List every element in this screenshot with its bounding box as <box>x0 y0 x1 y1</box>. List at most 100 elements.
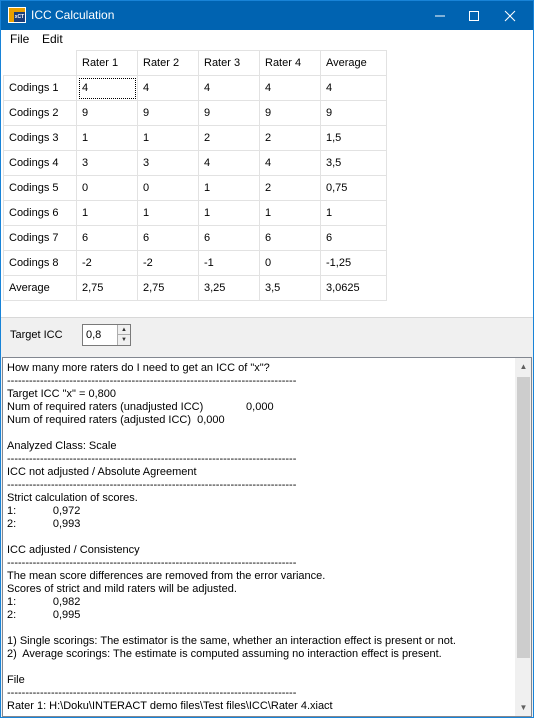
column-header[interactable]: Rater 3 <box>198 50 260 76</box>
window-title: ICC Calculation <box>31 8 115 22</box>
output-line: Analyzed Class: Scale <box>7 440 117 452</box>
grid-cell[interactable]: 9 <box>76 100 138 126</box>
grid-cell[interactable]: 2 <box>198 125 260 151</box>
grid-cell[interactable]: 6 <box>137 225 199 251</box>
grid-cell[interactable]: 9 <box>259 100 321 126</box>
row-header[interactable]: Codings 3 <box>3 125 77 151</box>
grid-cell[interactable]: 1 <box>137 125 199 151</box>
column-header[interactable]: Rater 4 <box>259 50 321 76</box>
results-output[interactable]: How many more raters do I need to get an… <box>2 357 532 717</box>
row-header[interactable]: Codings 4 <box>3 150 77 176</box>
row-header[interactable]: Codings 1 <box>3 75 77 101</box>
grid-cell[interactable]: 9 <box>137 100 199 126</box>
results-text: How many more raters do I need to get an… <box>7 362 512 713</box>
grid-cell[interactable]: 4 <box>76 75 138 101</box>
menu-file[interactable]: File <box>10 32 29 46</box>
column-header[interactable]: Rater 1 <box>76 50 138 76</box>
close-icon <box>504 10 516 22</box>
spinner-down-button[interactable]: ▼ <box>117 335 130 345</box>
row-header[interactable]: Codings 2 <box>3 100 77 126</box>
grid-cell[interactable]: 1 <box>137 200 199 226</box>
grid-cell[interactable]: 4 <box>137 75 199 101</box>
grid-cell[interactable]: 2,75 <box>76 275 138 301</box>
grid-row: Codings 5 0 0 1 2 0,75 <box>3 175 387 201</box>
column-header[interactable]: Rater 2 <box>137 50 199 76</box>
output-line: File <box>7 674 25 686</box>
grid-cell[interactable]: 0 <box>137 175 199 201</box>
output-line: ----------------------------------------… <box>7 479 297 491</box>
grid-cell[interactable]: -1 <box>198 250 260 276</box>
target-icc-value[interactable]: 0,8 <box>86 329 101 341</box>
grid-cell[interactable]: 1 <box>76 125 138 151</box>
grid-cell[interactable]: 1 <box>76 200 138 226</box>
menu-edit[interactable]: Edit <box>42 32 63 46</box>
grid-cell[interactable]: 6 <box>76 225 138 251</box>
grid-cell[interactable]: 1 <box>320 200 387 226</box>
output-line: Strict calculation of scores. <box>7 492 138 504</box>
title-bar[interactable]: xCT ICC Calculation <box>1 1 533 30</box>
grid-cell[interactable]: 2 <box>259 175 321 201</box>
grid-cell[interactable]: 3,0625 <box>320 275 387 301</box>
ratings-grid-panel: Rater 1 Rater 2 Rater 3 Rater 4 Average … <box>1 49 533 317</box>
target-icc-spinner[interactable]: 0,8 ▲ ▼ <box>82 324 131 346</box>
target-icc-label: Target ICC <box>10 329 63 341</box>
grid-cell[interactable]: 3 <box>76 150 138 176</box>
scroll-down-button[interactable]: ▼ <box>515 699 531 716</box>
grid-cell[interactable]: 1,5 <box>320 125 387 151</box>
grid-cell[interactable]: 4 <box>259 150 321 176</box>
output-line: ICC adjusted / Consistency <box>7 544 140 556</box>
column-header[interactable]: Average <box>320 50 387 76</box>
grid-cell[interactable]: -1,25 <box>320 250 387 276</box>
grid-cell[interactable]: 2 <box>259 125 321 151</box>
grid-cell[interactable]: -2 <box>137 250 199 276</box>
grid-cell[interactable]: 4 <box>198 75 260 101</box>
grid-cell[interactable]: 3,5 <box>259 275 321 301</box>
grid-cell[interactable]: 3,25 <box>198 275 260 301</box>
output-line: 1) Single scorings: The estimator is the… <box>7 635 456 647</box>
output-line: 2: 0,995 <box>7 609 81 621</box>
ratings-grid: Rater 1 Rater 2 Rater 3 Rater 4 Average … <box>3 50 387 301</box>
row-header[interactable]: Codings 8 <box>3 250 77 276</box>
grid-cell[interactable]: 0 <box>76 175 138 201</box>
vertical-scrollbar[interactable]: ▲ ▼ <box>515 358 531 716</box>
output-line: Scores of strict and mild raters will be… <box>7 583 237 595</box>
grid-cell[interactable]: 4 <box>320 75 387 101</box>
row-header[interactable]: Average <box>3 275 77 301</box>
menu-bar: File Edit <box>1 30 533 49</box>
row-header[interactable]: Codings 5 <box>3 175 77 201</box>
chevron-down-icon: ▼ <box>121 337 127 343</box>
grid-cell[interactable]: 1 <box>198 200 260 226</box>
scroll-up-button[interactable]: ▲ <box>515 358 531 375</box>
grid-cell[interactable]: 9 <box>198 100 260 126</box>
target-icc-panel: Target ICC 0,8 ▲ ▼ <box>1 317 533 357</box>
grid-cell[interactable]: 3 <box>137 150 199 176</box>
grid-cell[interactable]: 4 <box>198 150 260 176</box>
grid-cell[interactable]: 6 <box>198 225 260 251</box>
grid-cell[interactable]: -2 <box>76 250 138 276</box>
output-line: ----------------------------------------… <box>7 453 297 465</box>
grid-row: Codings 3 1 1 2 2 1,5 <box>3 125 387 151</box>
grid-cell[interactable]: 2,75 <box>137 275 199 301</box>
grid-cell[interactable]: 6 <box>259 225 321 251</box>
output-line: Target ICC "x" = 0,800 <box>7 388 117 400</box>
output-line: 2) Average scorings: The estimate is com… <box>7 648 442 660</box>
grid-cell[interactable]: 9 <box>320 100 387 126</box>
grid-cell[interactable]: 1 <box>198 175 260 201</box>
grid-row: Codings 8 -2 -2 -1 0 -1,25 <box>3 250 387 276</box>
close-button[interactable] <box>487 1 533 30</box>
row-header[interactable]: Codings 6 <box>3 200 77 226</box>
scrollbar-thumb[interactable] <box>517 377 530 658</box>
grid-cell[interactable]: 0,75 <box>320 175 387 201</box>
chevron-down-icon: ▼ <box>519 703 528 712</box>
grid-cell[interactable]: 1 <box>259 200 321 226</box>
grid-cell[interactable]: 3,5 <box>320 150 387 176</box>
grid-cell[interactable]: 4 <box>259 75 321 101</box>
grid-cell[interactable]: 6 <box>320 225 387 251</box>
grid-cell[interactable]: 0 <box>259 250 321 276</box>
grid-row: Codings 1 4 4 4 4 4 <box>3 75 387 101</box>
spinner-up-button[interactable]: ▲ <box>117 325 130 335</box>
grid-row: Average 2,75 2,75 3,25 3,5 3,0625 <box>3 275 387 301</box>
row-header[interactable]: Codings 7 <box>3 225 77 251</box>
